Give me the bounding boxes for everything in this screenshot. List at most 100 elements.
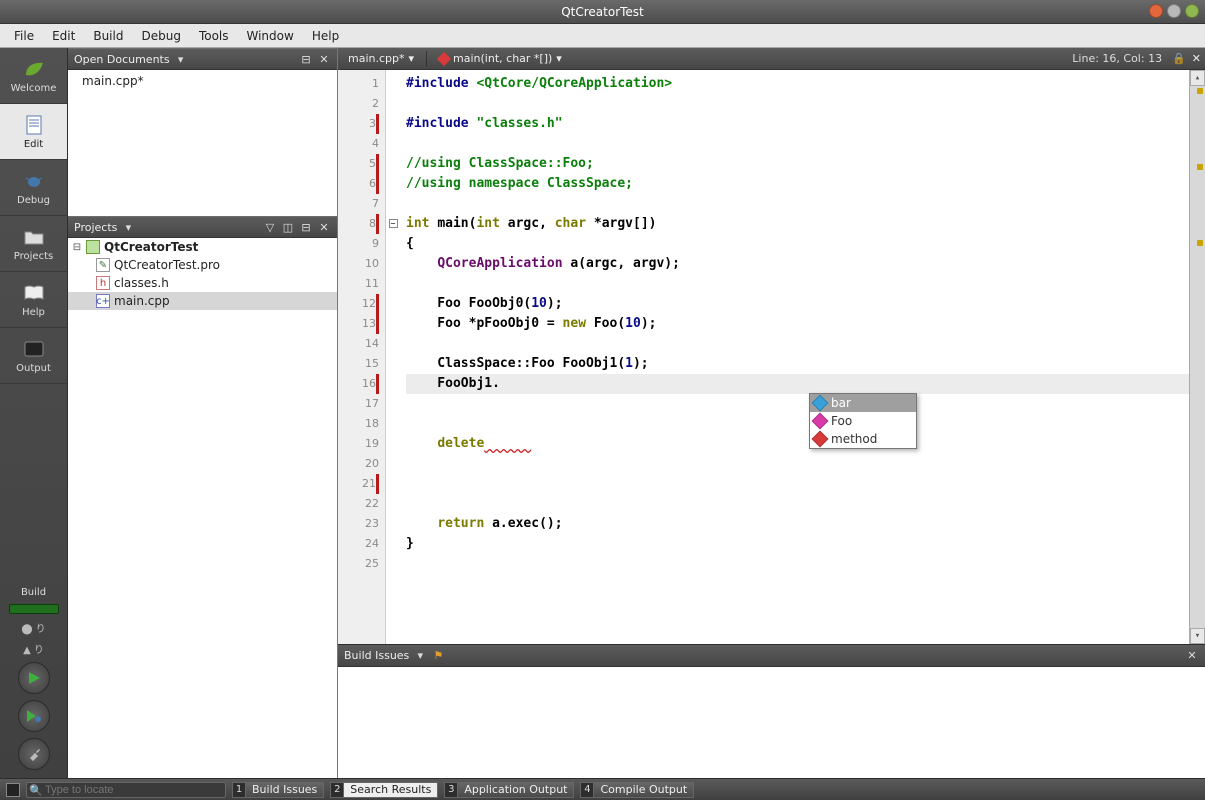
terminal-icon bbox=[21, 338, 47, 360]
pane-title: Projects bbox=[74, 221, 117, 234]
split-icon[interactable]: ⊟ bbox=[299, 220, 313, 234]
marker-icon bbox=[1197, 240, 1203, 246]
autocomplete-popup[interactable]: bar Foo method bbox=[809, 393, 917, 449]
file-selector[interactable]: main.cpp* ▾ bbox=[342, 52, 420, 65]
chevron-down-icon: ▾ bbox=[409, 52, 415, 65]
header-file-icon: h bbox=[96, 276, 110, 290]
mode-label: Output bbox=[16, 363, 51, 374]
mode-edit[interactable]: Edit bbox=[0, 104, 67, 160]
editor-area: main.cpp* ▾ main(int, char *[]) ▾ Line: … bbox=[338, 48, 1205, 778]
code-editor[interactable]: 1234567891011121314151617181920212223242… bbox=[338, 70, 1205, 644]
autocomplete-item[interactable]: Foo bbox=[810, 412, 916, 430]
sync-icon[interactable]: ◫ bbox=[281, 220, 295, 234]
chevron-down-icon: ▾ bbox=[556, 52, 562, 65]
tree-root[interactable]: ⊟ QtCreatorTest bbox=[68, 238, 337, 256]
output-compile-output[interactable]: 4 Compile Output bbox=[580, 782, 694, 798]
editor-toolbar: main.cpp* ▾ main(int, char *[]) ▾ Line: … bbox=[338, 48, 1205, 70]
menu-edit[interactable]: Edit bbox=[44, 27, 83, 45]
marker-icon bbox=[1197, 164, 1203, 170]
member-icon bbox=[812, 395, 829, 412]
build-label: Build bbox=[21, 587, 46, 598]
autocomplete-label: Foo bbox=[831, 414, 852, 428]
chevron-down-icon[interactable]: ▾ bbox=[174, 52, 188, 66]
scroll-down-icon[interactable]: ▾ bbox=[1190, 628, 1205, 644]
side-panels: Open Documents ▾ ⊟ ✕ main.cpp* Projects … bbox=[68, 48, 338, 778]
close-pane-icon[interactable]: ✕ bbox=[1185, 649, 1199, 663]
mode-debug[interactable]: Debug bbox=[0, 160, 67, 216]
autocomplete-item[interactable]: method bbox=[810, 430, 916, 448]
mode-label: Welcome bbox=[11, 83, 57, 94]
output-application-output[interactable]: 3 Application Output bbox=[444, 782, 574, 798]
book-icon bbox=[21, 282, 47, 304]
menu-file[interactable]: File bbox=[6, 27, 42, 45]
code-content[interactable]: #include <QtCore/QCoreApplication>#inclu… bbox=[400, 70, 1189, 644]
menu-debug[interactable]: Debug bbox=[133, 27, 188, 45]
tree-item[interactable]: h classes.h bbox=[68, 274, 337, 292]
tree-label: main.cpp bbox=[114, 294, 170, 308]
close-editor-icon[interactable]: ✕ bbox=[1192, 52, 1201, 65]
filter-warnings-icon[interactable]: ⚑ bbox=[431, 649, 445, 663]
close-pane-icon[interactable]: ✕ bbox=[317, 220, 331, 234]
maximize-icon[interactable] bbox=[1185, 4, 1199, 18]
minimize-icon[interactable] bbox=[1167, 4, 1181, 18]
method-icon bbox=[437, 51, 451, 65]
tree-label: QtCreatorTest bbox=[104, 240, 198, 254]
record-icon: ⬤ り bbox=[21, 620, 45, 635]
split-icon[interactable]: ⊟ bbox=[299, 52, 313, 66]
pro-file-icon: ✎ bbox=[96, 258, 110, 272]
tree-item[interactable]: c+ main.cpp bbox=[68, 292, 337, 310]
marker-icon bbox=[1197, 88, 1203, 94]
tree-label: QtCreatorTest.pro bbox=[114, 258, 220, 272]
mode-output[interactable]: Output bbox=[0, 328, 67, 384]
fold-column: − bbox=[386, 70, 400, 644]
build-progress bbox=[9, 604, 59, 614]
run-debug-button[interactable] bbox=[18, 700, 50, 732]
chevron-down-icon[interactable]: ▾ bbox=[121, 220, 135, 234]
tab-label: main(int, char *[]) bbox=[453, 52, 552, 65]
mode-label: Edit bbox=[24, 139, 43, 150]
close-pane-icon[interactable]: ✕ bbox=[317, 52, 331, 66]
search-icon: 🔍 bbox=[29, 784, 43, 797]
cpp-file-icon: c+ bbox=[96, 294, 110, 308]
build-issues-header: Build Issues ▾ ⚑ ✕ bbox=[338, 645, 1205, 667]
open-document-item[interactable]: main.cpp* bbox=[68, 70, 337, 92]
menu-build[interactable]: Build bbox=[85, 27, 131, 45]
folder-icon bbox=[21, 226, 47, 248]
collapse-icon[interactable]: ⊟ bbox=[72, 242, 82, 253]
tree-label: classes.h bbox=[114, 276, 169, 290]
scroll-up-icon[interactable]: ▴ bbox=[1190, 70, 1205, 86]
tree-item[interactable]: ✎ QtCreatorTest.pro bbox=[68, 256, 337, 274]
vertical-scrollbar[interactable]: ▴ ▾ bbox=[1189, 70, 1205, 644]
close-icon[interactable] bbox=[1149, 4, 1163, 18]
symbol-selector[interactable]: main(int, char *[]) ▾ bbox=[433, 52, 568, 65]
menu-tools[interactable]: Tools bbox=[191, 27, 237, 45]
mode-welcome[interactable]: Welcome bbox=[0, 48, 67, 104]
projects-header: Projects ▾ ▽ ◫ ⊟ ✕ bbox=[68, 216, 337, 238]
cursor-position: Line: 16, Col: 13 bbox=[1072, 52, 1166, 65]
output-build-issues[interactable]: 1 Build Issues bbox=[232, 782, 324, 798]
run-button[interactable] bbox=[18, 662, 50, 694]
chevron-down-icon[interactable]: ▾ bbox=[413, 649, 427, 663]
output-search-results[interactable]: 2 Search Results bbox=[330, 782, 438, 798]
project-icon bbox=[86, 240, 100, 254]
member-icon bbox=[812, 413, 829, 430]
window-titlebar: QtCreatorTest bbox=[0, 0, 1205, 24]
tab-label: main.cpp* bbox=[348, 52, 405, 65]
menu-help[interactable]: Help bbox=[304, 27, 347, 45]
pane-title: Build Issues bbox=[344, 649, 409, 662]
toggle-sidebar-icon[interactable] bbox=[6, 783, 20, 797]
mode-label: Debug bbox=[17, 195, 50, 206]
mode-label: Help bbox=[22, 307, 45, 318]
menu-window[interactable]: Window bbox=[239, 27, 302, 45]
open-documents-header: Open Documents ▾ ⊟ ✕ bbox=[68, 48, 337, 70]
mode-help[interactable]: Help bbox=[0, 272, 67, 328]
mode-projects[interactable]: Projects bbox=[0, 216, 67, 272]
mode-label: Projects bbox=[14, 251, 53, 262]
window-title: QtCreatorTest bbox=[561, 5, 644, 19]
build-button[interactable] bbox=[18, 738, 50, 770]
autocomplete-item[interactable]: bar bbox=[810, 394, 916, 412]
lock-icon[interactable]: 🔒 bbox=[1172, 52, 1186, 65]
filter-icon[interactable]: ▽ bbox=[263, 220, 277, 234]
document-icon bbox=[21, 114, 47, 136]
locator-input[interactable] bbox=[26, 782, 226, 798]
